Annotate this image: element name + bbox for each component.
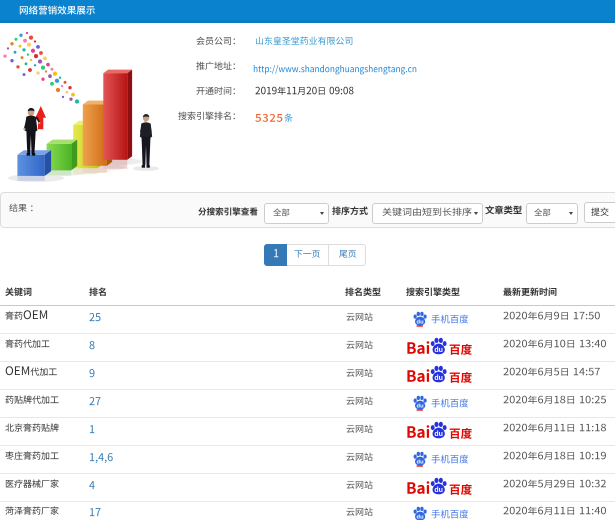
svg-text:du: du: [417, 459, 425, 465]
svg-text:du: du: [434, 431, 443, 438]
svg-text:du: du: [434, 375, 443, 382]
svg-text:du: du: [434, 347, 443, 354]
svg-text:du: du: [417, 403, 425, 409]
svg-text:du: du: [417, 514, 425, 520]
svg-text:du: du: [417, 319, 425, 325]
svg-text:du: du: [434, 487, 443, 494]
